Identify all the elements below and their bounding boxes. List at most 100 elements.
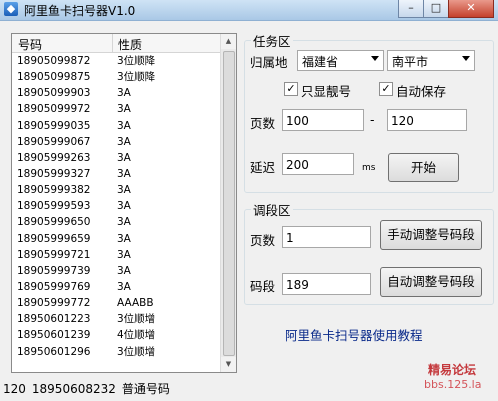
row-number: 18905999769: [17, 280, 91, 293]
list-row[interactable]: 18905099903 3A: [12, 85, 220, 101]
adjust-legend: 调段区: [253, 203, 291, 218]
row-type: AAABB: [117, 297, 154, 310]
row-type: 3A: [117, 264, 131, 277]
list-row[interactable]: 18905999721 3A: [12, 247, 220, 263]
row-number: 18905999067: [17, 135, 91, 148]
list-row[interactable]: 18905999327 3A: [12, 166, 220, 182]
column-header-type[interactable]: 性质: [118, 36, 142, 53]
row-type: 3A: [117, 232, 131, 245]
row-number: 18905099903: [17, 87, 91, 100]
row-type: 3A: [117, 103, 131, 116]
status-count: 120: [3, 382, 26, 396]
city-value: 南平市: [392, 55, 429, 69]
scroll-down-icon[interactable]: ▼: [221, 357, 236, 372]
maximize-button[interactable]: □: [423, 0, 449, 18]
start-button[interactable]: 开始: [388, 153, 459, 182]
column-header-number[interactable]: 号码: [18, 36, 42, 53]
segment-label: 码段: [250, 279, 276, 294]
row-type: 3A: [117, 184, 131, 197]
row-type: 3A: [117, 167, 131, 180]
segment-input[interactable]: 189: [282, 273, 371, 295]
list-row[interactable]: 18905999382 3A: [12, 182, 220, 198]
auto-adjust-button[interactable]: 自动调整号码段: [380, 267, 482, 297]
list-rows: 18905099872 3位顺降 18905099875 3位顺降 1890509990…: [12, 53, 220, 360]
auto-save-checkbox[interactable]: ✓: [379, 82, 393, 96]
row-number: 18905099875: [17, 71, 91, 84]
list-row[interactable]: 18905999263 3A: [12, 150, 220, 166]
row-number: 18950601223: [17, 313, 91, 326]
row-number: 18905099872: [17, 55, 91, 67]
row-type: 3位顺降: [117, 55, 156, 67]
window-title: 阿里鱼卡扫号器V1.0: [24, 4, 136, 18]
minimize-button[interactable]: –: [398, 0, 424, 18]
list-row[interactable]: 18905099872 3位顺降: [12, 53, 220, 69]
row-number: 18905999659: [17, 232, 91, 245]
list-row[interactable]: 18950601296 3位顺增: [12, 344, 220, 360]
only-good-checkbox[interactable]: ✓: [284, 82, 298, 96]
row-number: 18950601296: [17, 345, 91, 358]
row-number: 18905099972: [17, 103, 91, 116]
list-row[interactable]: 18950601239 4位顺增: [12, 327, 220, 343]
pages-label: 页数: [250, 116, 276, 131]
row-type: 3位顺增: [117, 345, 156, 358]
list-row[interactable]: 18905999739 3A: [12, 263, 220, 279]
list-row[interactable]: 18905999772 AAABB: [12, 295, 220, 311]
scroll-thumb[interactable]: [223, 51, 235, 356]
list-header: 号码 性质: [12, 34, 220, 53]
row-type: 3位顺增: [117, 313, 156, 326]
manual-adjust-button[interactable]: 手动调整号码段: [380, 220, 482, 250]
scroll-up-icon[interactable]: ▲: [221, 34, 236, 49]
only-good-label[interactable]: 只显靓号: [301, 81, 351, 100]
status-number: 18950608232: [31, 382, 116, 396]
watermark-url: bbs.125.la: [424, 378, 482, 391]
list-row[interactable]: 18905999650 3A: [12, 214, 220, 230]
row-type: 3A: [117, 280, 131, 293]
row-type: 3A: [117, 87, 131, 100]
list-row[interactable]: 18905999067 3A: [12, 134, 220, 150]
list-scrollbar[interactable]: ▲ ▼: [220, 34, 236, 372]
province-select[interactable]: 福建省: [297, 50, 384, 71]
city-select[interactable]: 南平市: [387, 50, 475, 71]
tutorial-link[interactable]: 阿里鱼卡扫号器使用教程: [285, 325, 423, 344]
list-row[interactable]: 18905099875 3位顺降: [12, 69, 220, 85]
row-type: 3A: [117, 216, 131, 229]
list-row[interactable]: 18905999769 3A: [12, 279, 220, 295]
page-to-input[interactable]: 120: [387, 109, 467, 131]
task-legend: 任务区: [253, 34, 291, 49]
list-row[interactable]: 18905999593 3A: [12, 198, 220, 214]
adjust-pages-input[interactable]: 1: [282, 226, 371, 248]
row-number: 18905999382: [17, 184, 91, 197]
row-number: 18950601239: [17, 329, 91, 342]
status-bar: 120 18950608232 普通号码: [3, 380, 176, 397]
list-row[interactable]: 18905099972 3A: [12, 101, 220, 117]
row-number: 18905999721: [17, 248, 91, 261]
number-list[interactable]: 号码 性质 18905099872 3位顺降 18905099875 3位顺降 1890…: [11, 33, 237, 373]
chevron-down-icon: [371, 56, 379, 61]
row-type: 3A: [117, 248, 131, 261]
row-number: 18905999650: [17, 216, 91, 229]
title-bar: ◆ 阿里鱼卡扫号器V1.0 – □ ✕: [0, 0, 498, 21]
row-number: 18905999263: [17, 151, 91, 164]
row-number: 18905999035: [17, 119, 91, 132]
row-type: 3A: [117, 119, 131, 132]
page-from-input[interactable]: 100: [282, 109, 364, 131]
chevron-down-icon: [462, 56, 470, 61]
range-dash: -: [370, 112, 375, 127]
list-row[interactable]: 18905999659 3A: [12, 231, 220, 247]
row-number: 18905999772: [17, 297, 91, 310]
adjust-pages-label: 页数: [250, 233, 276, 248]
auto-save-label[interactable]: 自动保存: [396, 81, 446, 100]
list-row[interactable]: 18950601223 3位顺增: [12, 311, 220, 327]
province-value: 福建省: [302, 55, 339, 69]
close-button[interactable]: ✕: [448, 0, 494, 18]
app-icon: ◆: [4, 2, 18, 16]
row-type: 4位顺增: [117, 329, 156, 342]
row-number: 18905999327: [17, 167, 91, 180]
status-type: 普通号码: [121, 382, 170, 396]
row-type: 3A: [117, 135, 131, 148]
delay-unit: ms: [362, 163, 376, 173]
column-divider: [112, 34, 113, 52]
delay-input[interactable]: 200: [282, 153, 354, 175]
row-type: 3A: [117, 200, 131, 213]
list-row[interactable]: 18905999035 3A: [12, 118, 220, 134]
